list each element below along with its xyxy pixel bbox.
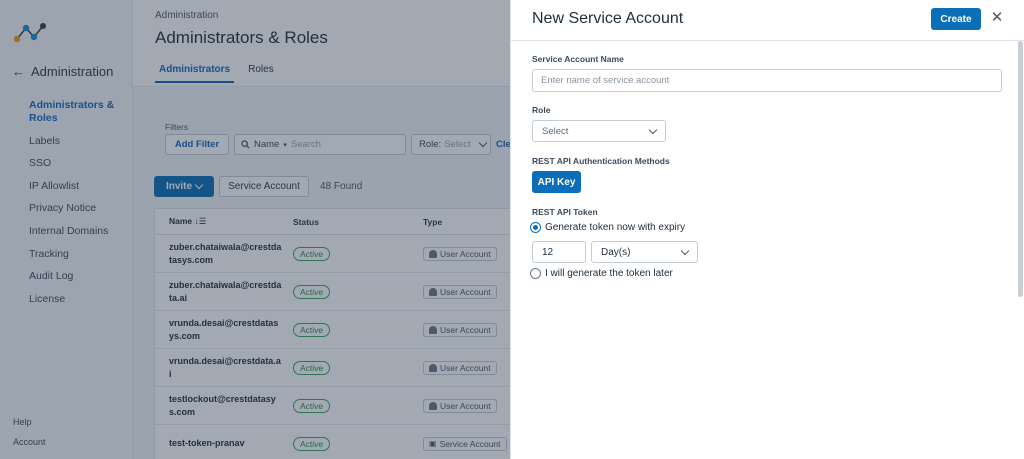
radio-generate-later[interactable] [530,268,541,279]
api-key-button[interactable]: API Key [532,171,581,193]
option-generate-now-label: Generate token now with expiry [545,222,686,233]
service-account-name-input[interactable] [532,69,1002,92]
chevron-down-icon [648,125,658,134]
expiry-value-input[interactable]: 12 [532,241,586,263]
chevron-down-icon [680,246,690,255]
modal-overlay[interactable] [0,0,510,459]
drawer-title: New Service Account [532,10,684,27]
role-select-value: Select [542,125,569,137]
drawer-scrollbar[interactable] [1018,41,1023,297]
radio-generate-now[interactable] [530,222,541,233]
auth-methods-label: REST API Authentication Methods [532,156,670,166]
role-label: Role [532,105,551,115]
drawer-header: New Service Account Create ✕ [511,0,1024,41]
create-button[interactable]: Create [931,8,981,30]
expiry-unit-select[interactable]: Day(s) [591,241,698,263]
option-generate-later-label: I will generate the token later [545,268,673,279]
new-service-account-drawer: New Service Account Create ✕ Service Acc… [510,0,1024,459]
option-generate-later[interactable]: I will generate the token later [530,268,673,279]
service-account-name-label: Service Account Name [532,54,624,64]
expiry-unit-value: Day(s) [601,246,631,258]
close-icon[interactable]: ✕ [989,10,1005,26]
option-generate-now[interactable]: Generate token now with expiry [530,222,685,233]
api-token-label: REST API Token [532,207,598,217]
role-select[interactable]: Select [532,120,666,142]
